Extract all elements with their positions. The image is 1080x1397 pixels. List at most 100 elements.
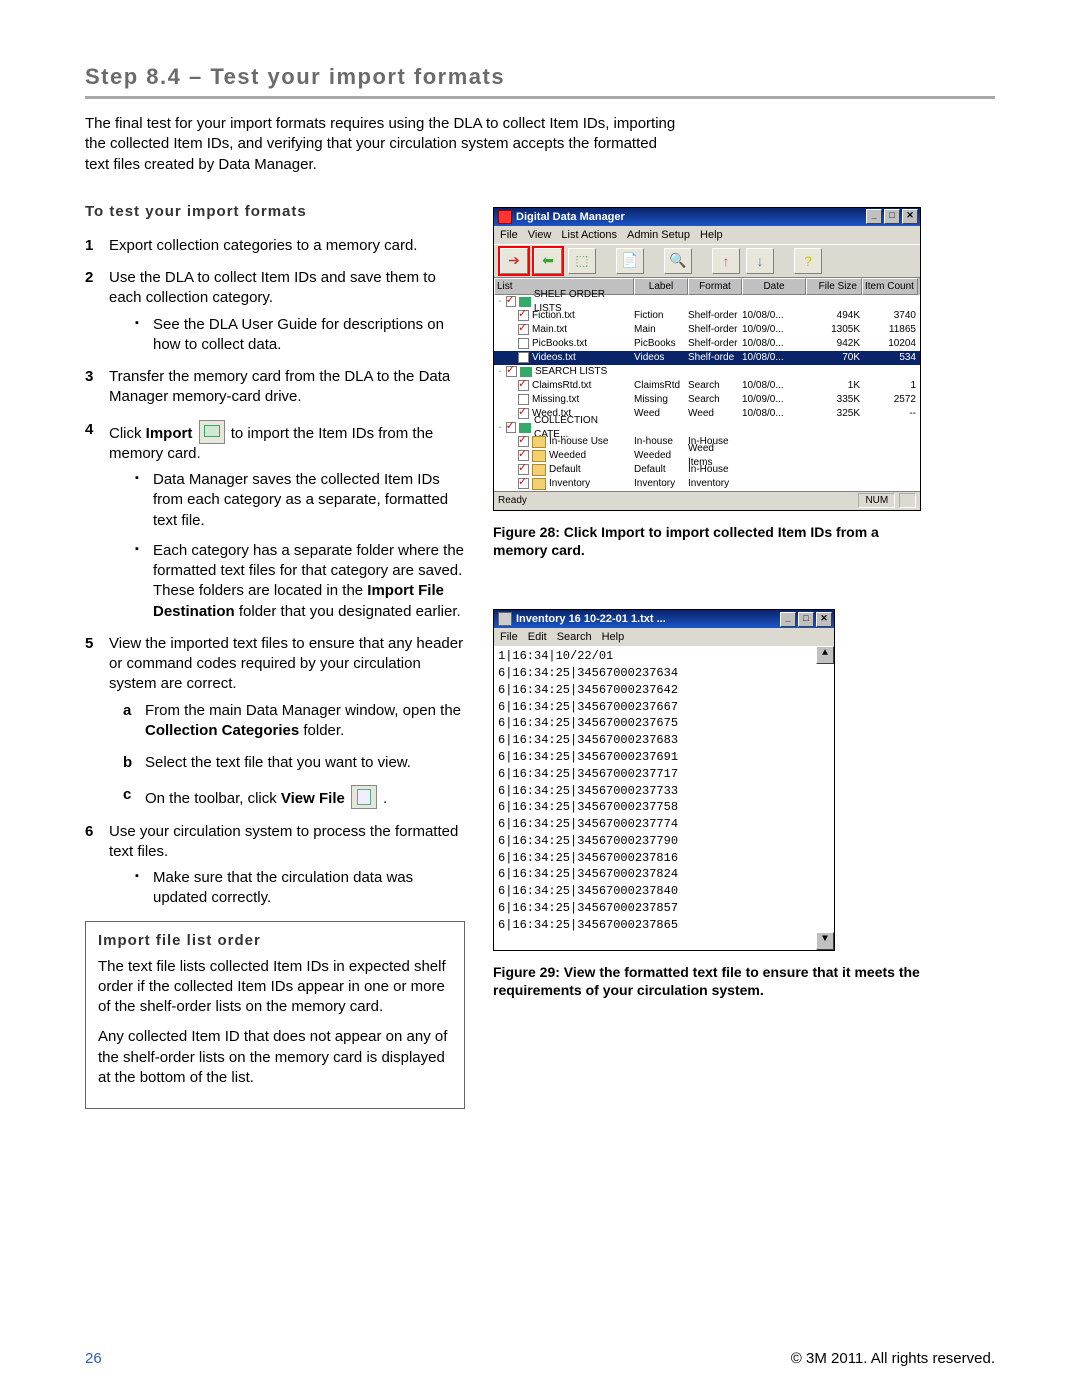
app2-menu-search[interactable]: Search xyxy=(557,631,592,643)
hdr-size[interactable]: File Size xyxy=(806,278,862,295)
group-checkbox[interactable] xyxy=(506,366,517,377)
tree-row[interactable]: Missing.txtMissingSearch10/09/0...335K25… xyxy=(494,393,920,407)
menu-file[interactable]: File xyxy=(500,229,518,241)
row-size: 942K xyxy=(806,337,862,351)
close-button[interactable]: ✕ xyxy=(902,209,918,224)
tree-group[interactable]: -SEARCH LISTS xyxy=(494,365,920,379)
row-label: Default xyxy=(634,463,688,477)
row-checkbox[interactable] xyxy=(518,464,529,475)
toolbar-zoom-button[interactable]: 🔍 xyxy=(664,248,692,274)
row-label: ClaimsRtd xyxy=(634,379,688,393)
row-checkbox[interactable] xyxy=(518,436,529,447)
tree-row[interactable]: ClaimsRtd.txtClaimsRtdSearch10/08/0...1K… xyxy=(494,379,920,393)
row-count: 11865 xyxy=(862,323,918,337)
tree-row[interactable]: PicBooks.txtPicBooksShelf-order10/08/0..… xyxy=(494,337,920,351)
copyright: © 3M 2011. All rights reserved. xyxy=(791,1350,995,1367)
page-footer: 26 © 3M 2011. All rights reserved. xyxy=(85,1350,995,1367)
tree-row[interactable]: Fiction.txtFictionShelf-order10/08/0...4… xyxy=(494,309,920,323)
group-checkbox[interactable] xyxy=(506,422,517,433)
row-date: 10/09/0... xyxy=(742,393,806,407)
step-5c-b: View File xyxy=(281,790,345,807)
toolbar-up-button[interactable]: ↑ xyxy=(712,248,740,274)
hdr-count[interactable]: Item Count xyxy=(862,278,918,295)
step-6-text: Use your circulation system to process t… xyxy=(109,823,458,860)
text-line: 6|16:34:25|34567000237683 xyxy=(498,732,830,749)
app2-maximize-button[interactable]: □ xyxy=(798,612,814,627)
tree-group[interactable]: -COLLECTION CATE... xyxy=(494,421,920,435)
row-date: 10/08/0... xyxy=(742,337,806,351)
row-checkbox[interactable] xyxy=(518,408,529,419)
tree-row[interactable]: Videos.txtVideosShelf-orde10/08/0...70K5… xyxy=(494,351,920,365)
row-count: 2572 xyxy=(862,393,918,407)
row-size: 325K xyxy=(806,407,862,421)
row-checkbox[interactable] xyxy=(518,380,529,391)
app2-menu-help[interactable]: Help xyxy=(602,631,625,643)
toolbar-down-button[interactable]: ↓ xyxy=(746,248,774,274)
app2-close-button[interactable]: ✕ xyxy=(816,612,832,627)
group-icon xyxy=(519,297,531,307)
row-count: 10204 xyxy=(862,337,918,351)
text-line: 6|16:34:25|34567000237857 xyxy=(498,900,830,917)
menu-list-actions[interactable]: List Actions xyxy=(561,229,617,241)
row-label: Weed xyxy=(634,407,688,421)
scroll-down-button[interactable]: ▼ xyxy=(816,932,834,950)
text-line: 6|16:34:25|34567000237717 xyxy=(498,766,830,783)
row-checkbox[interactable] xyxy=(518,394,529,405)
step-2-text: Use the DLA to collect Item IDs and save… xyxy=(109,269,436,306)
row-format: In-House xyxy=(688,463,742,477)
row-name: PicBooks.txt xyxy=(532,337,587,351)
row-label: Main xyxy=(634,323,688,337)
row-format: Shelf-orde xyxy=(688,351,742,365)
row-checkbox[interactable] xyxy=(518,338,529,349)
menu-view[interactable]: View xyxy=(528,229,552,241)
tree-row[interactable]: Main.txtMainShelf-order10/09/0...1305K11… xyxy=(494,323,920,337)
tree-row[interactable]: InventoryInventoryInventory xyxy=(494,477,920,491)
tree-row[interactable]: WeededWeededWeed Items xyxy=(494,449,920,463)
row-name: Missing.txt xyxy=(532,393,579,407)
row-checkbox[interactable] xyxy=(518,450,529,461)
toolbar-export-button[interactable]: ➔ xyxy=(500,248,528,274)
text-line: 6|16:34:25|34567000237642 xyxy=(498,682,830,699)
row-label: Fiction xyxy=(634,309,688,323)
row-checkbox[interactable] xyxy=(518,478,529,489)
folder-icon xyxy=(532,478,546,490)
app1-titlebar[interactable]: Digital Data Manager _ □ ✕ xyxy=(494,208,920,226)
callout-import-file-list-order: Import file list order The text file lis… xyxy=(85,921,465,1110)
app2-menu-file[interactable]: File xyxy=(500,631,518,643)
app2-menu-edit[interactable]: Edit xyxy=(528,631,547,643)
text-line: 1|16:34|10/22/01 xyxy=(498,648,830,665)
toolbar-import-button[interactable]: ⬅ xyxy=(534,248,562,274)
hdr-date[interactable]: Date xyxy=(742,278,806,295)
hdr-format[interactable]: Format xyxy=(688,278,742,295)
menu-help[interactable]: Help xyxy=(700,229,723,241)
group-checkbox[interactable] xyxy=(506,296,517,307)
app2-minimize-button[interactable]: _ xyxy=(780,612,796,627)
scroll-up-button[interactable]: ▲ xyxy=(816,646,834,664)
toolbar-view-file-button[interactable]: 📄 xyxy=(616,248,644,274)
text-line: 6|16:34:25|34567000237634 xyxy=(498,665,830,682)
row-checkbox[interactable] xyxy=(518,352,529,363)
tree-row[interactable]: DefaultDefaultIn-House xyxy=(494,463,920,477)
step-4-bullet-2: Each category has a separate folder wher… xyxy=(135,541,465,622)
callout-p1: The text file lists collected Item IDs i… xyxy=(98,957,452,1018)
section-heading: Step 8.4 – Test your import formats xyxy=(85,64,995,90)
app1-tree[interactable]: -SHELF ORDER LISTSFiction.txtFictionShel… xyxy=(494,295,920,491)
hdr-label[interactable]: Label xyxy=(634,278,688,295)
step-5c-a: On the toolbar, click xyxy=(145,790,281,807)
minimize-button[interactable]: _ xyxy=(866,209,882,224)
app2-text-area[interactable]: ▲ ▼ 1|16:34|10/22/016|16:34:25|345670002… xyxy=(494,646,834,950)
app2-titlebar[interactable]: Inventory 16 10-22-01 1.txt ... _ □ ✕ xyxy=(494,610,834,628)
maximize-button[interactable]: □ xyxy=(884,209,900,224)
row-checkbox[interactable] xyxy=(518,324,529,335)
menu-admin-setup[interactable]: Admin Setup xyxy=(627,229,690,241)
toolbar-select-button[interactable]: ⬚ xyxy=(568,248,596,274)
row-checkbox[interactable] xyxy=(518,310,529,321)
step-5a-a: From the main Data Manager window, open … xyxy=(145,702,461,719)
row-date: 10/08/0... xyxy=(742,379,806,393)
tree-group[interactable]: -SHELF ORDER LISTS xyxy=(494,295,920,309)
app1-menubar: File View List Actions Admin Setup Help xyxy=(494,226,920,244)
step-6-bullet-1: Make sure that the circulation data was … xyxy=(135,868,465,909)
text-line: 6|16:34:25|34567000237774 xyxy=(498,816,830,833)
toolbar-help-button[interactable]: ? xyxy=(794,248,822,274)
text-line: 6|16:34:25|34567000237733 xyxy=(498,783,830,800)
